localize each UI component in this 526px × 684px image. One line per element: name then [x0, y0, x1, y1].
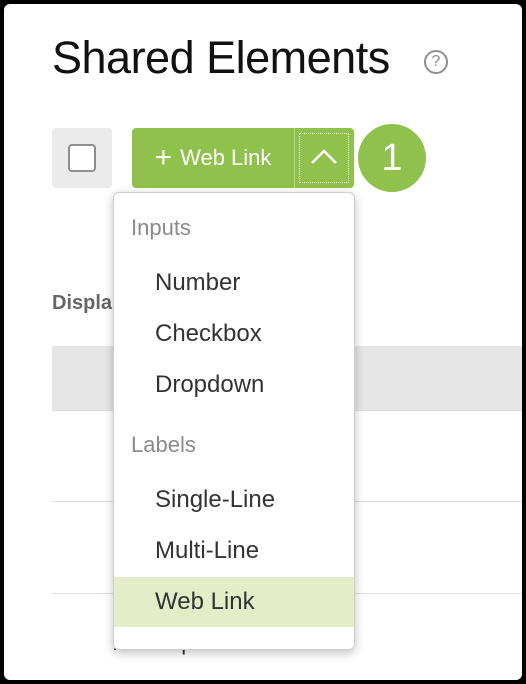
menu-item-multi-line[interactable]: Multi-Line — [114, 526, 354, 576]
plus-icon: + — [154, 141, 173, 174]
split-divider — [294, 128, 295, 188]
menu-item-single-line[interactable]: Single-Line — [114, 475, 354, 525]
page-title: Shared Elements — [52, 32, 390, 83]
select-all-checkbox[interactable] — [68, 144, 96, 172]
chevron-up-icon — [311, 149, 337, 164]
help-icon[interactable]: ? — [424, 50, 448, 74]
menu-item-checkbox[interactable]: Checkbox — [114, 309, 354, 359]
add-button-label: Web Link — [180, 145, 272, 170]
display-column-label: Displa — [52, 292, 113, 314]
app-frame: Shared Elements ? + Web Link 1 Displa //… — [4, 4, 522, 680]
select-all-container[interactable] — [52, 128, 112, 188]
add-element-split-button: + Web Link — [132, 128, 354, 188]
dropdown-toggle-button[interactable] — [299, 133, 349, 183]
group-label-inputs: Inputs — [131, 215, 191, 240]
group-label-labels: Labels — [131, 432, 196, 457]
menu-item-number[interactable]: Number — [114, 258, 354, 308]
element-type-dropdown: Inputs Number Checkbox Dropdown Labels S… — [113, 192, 355, 650]
menu-item-dropdown[interactable]: Dropdown — [114, 360, 354, 410]
add-web-link-button[interactable]: + Web Link — [132, 128, 294, 188]
menu-item-web-link[interactable]: Web Link — [114, 577, 354, 627]
step-badge: 1 — [358, 124, 426, 192]
